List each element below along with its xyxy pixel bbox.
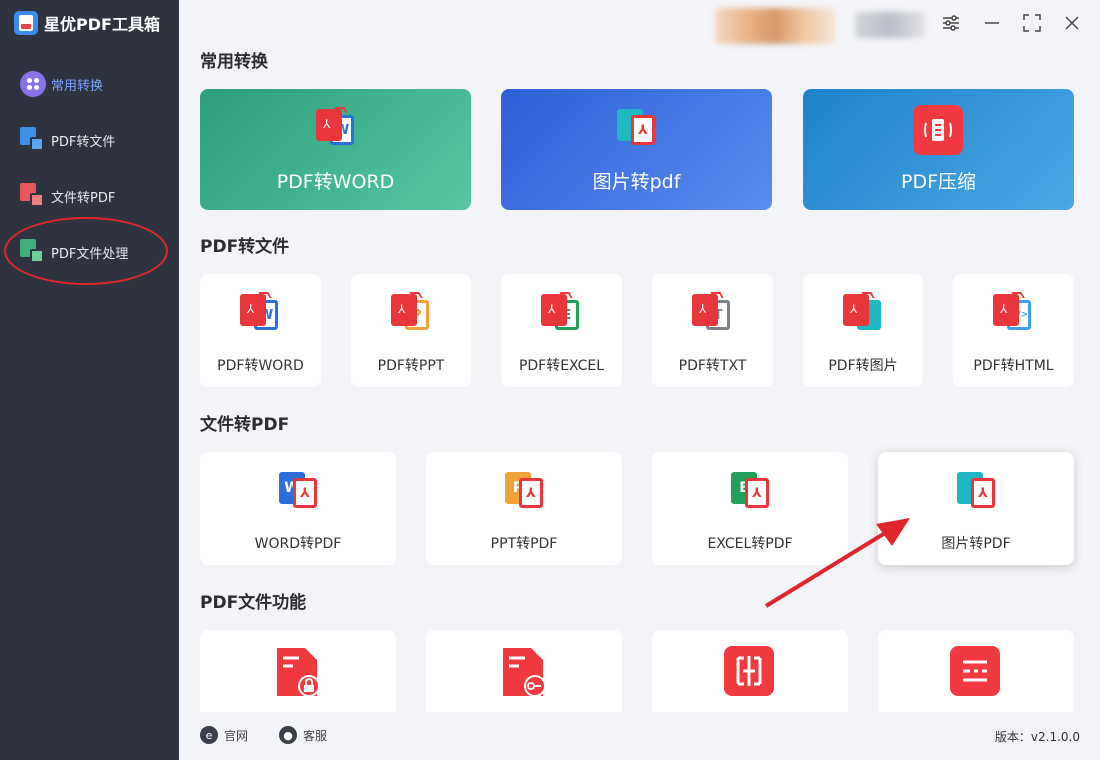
website-link[interactable]: e 官网 (200, 726, 248, 744)
split-icon (724, 646, 774, 696)
card-pdf-decrypt[interactable] (426, 630, 622, 720)
support-label: 客服 (303, 728, 328, 743)
section-title-pdf-functions: PDF文件功能 (200, 593, 307, 613)
pdf-lock-icon (275, 646, 323, 702)
footer: e 官网 ● 客服 版本：v2.1.0.0 (179, 712, 1100, 760)
support-link[interactable]: ● 客服 (279, 726, 327, 744)
pdf-key-icon (501, 646, 549, 702)
chat-icon: ● (279, 726, 297, 744)
card-pdf-merge[interactable] (878, 630, 1074, 720)
ie-icon: e (200, 726, 218, 744)
card-pdf-split[interactable] (652, 630, 848, 720)
card-pdf-encrypt[interactable] (200, 630, 396, 720)
version-text: 版本：v2.1.0.0 (994, 730, 1080, 744)
merge-icon (950, 646, 1000, 696)
website-label: 官网 (224, 728, 249, 743)
